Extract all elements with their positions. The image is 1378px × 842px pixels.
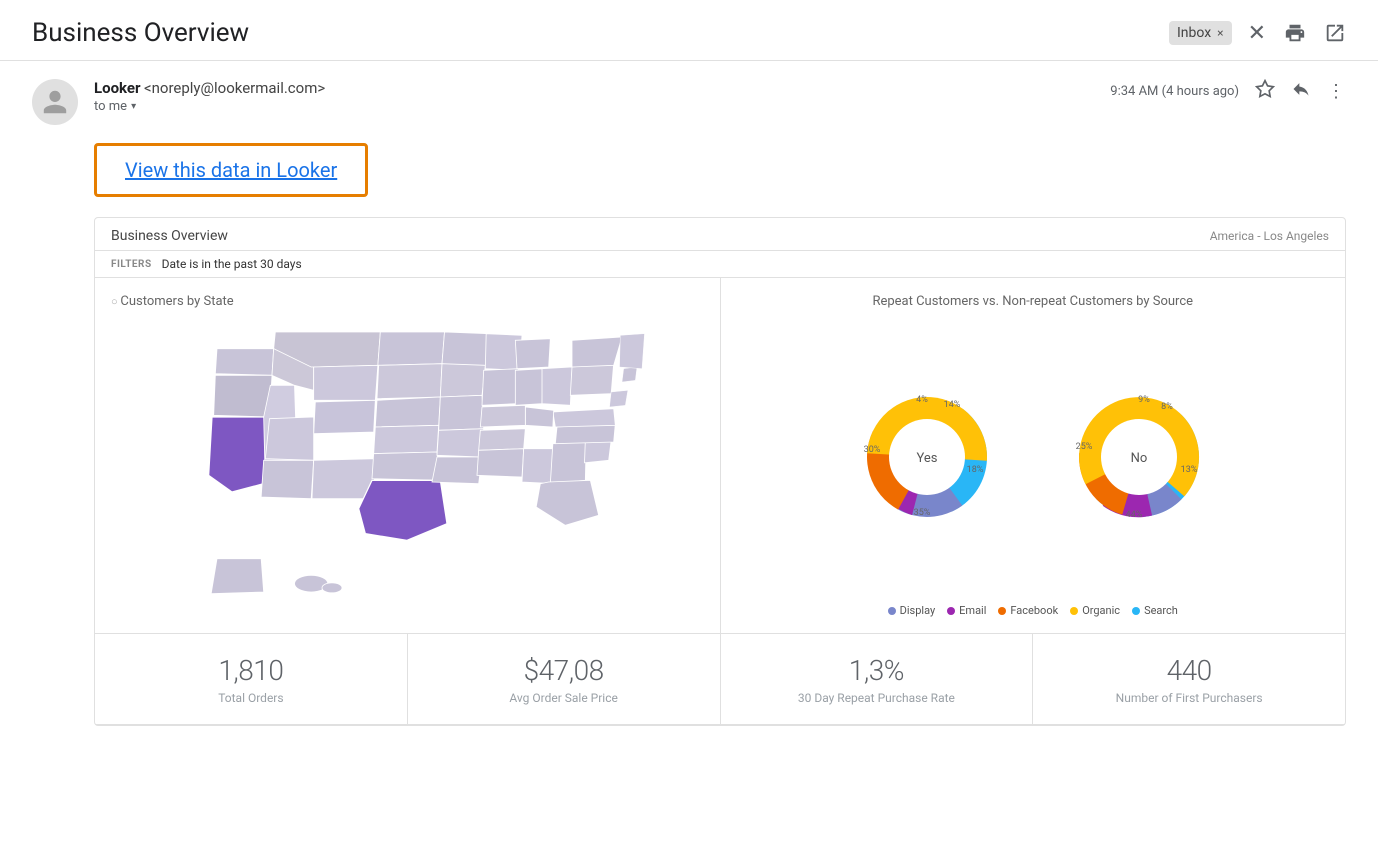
print-icon[interactable] (1284, 22, 1306, 44)
svg-text:35%: 35% (913, 508, 930, 518)
stat-total-orders: 1,810 Total Orders (95, 634, 408, 724)
svg-text:14%: 14% (943, 400, 960, 410)
email-body: View this data in Looker Business Overvi… (0, 143, 1378, 726)
sender-name: Looker (94, 79, 141, 97)
svg-text:9%: 9% (1138, 395, 1150, 405)
sender-info: Looker <noreply@lookermail.com> to me ▾ (94, 79, 1094, 114)
stat-repeat-purchase-value: 1,3% (849, 654, 904, 687)
more-options-icon[interactable]: ⋮ (1327, 81, 1346, 102)
inbox-badge[interactable]: Inbox × (1169, 21, 1232, 45)
view-in-looker-link[interactable]: View this data in Looker (94, 143, 368, 197)
stat-first-purchasers-value: 440 (1167, 654, 1212, 687)
dashboard-embed: Business Overview America - Los Angeles … (94, 217, 1346, 726)
email-header: Business Overview Inbox × ✕ (0, 0, 1378, 48)
stat-avg-order: $47,08 Avg Order Sale Price (408, 634, 721, 724)
yes-donut: Yes 14% 4% 18% 35% 30% (837, 367, 1017, 547)
sender-row: Looker <noreply@lookermail.com> to me ▾ … (0, 61, 1378, 143)
map-panel: ○ Customers by State (95, 278, 721, 633)
charts-row: ○ Customers by State (95, 278, 1345, 634)
legend-display: Display (888, 604, 936, 617)
dash-title: Business Overview (111, 228, 228, 244)
sender-meta: 9:34 AM (4 hours ago) ⋮ (1110, 79, 1346, 104)
search-dot (1132, 607, 1140, 615)
stat-first-purchasers: 440 Number of First Purchasers (1033, 634, 1345, 724)
dash-filters: FILTERS Date is in the past 30 days (95, 251, 1345, 278)
svg-text:13%: 13% (1180, 465, 1197, 475)
legend-search: Search (1132, 604, 1178, 617)
dash-header: Business Overview America - Los Angeles (95, 218, 1345, 251)
sender-email: <noreply@lookermail.com> (144, 79, 325, 97)
sender-avatar (32, 79, 78, 125)
stat-first-purchasers-label: Number of First Purchasers (1116, 691, 1263, 705)
svg-text:30%: 30% (863, 445, 880, 455)
map-chart-title: ○ Customers by State (111, 294, 234, 309)
dash-location: America - Los Angeles (1210, 229, 1329, 243)
star-icon[interactable] (1255, 79, 1275, 104)
us-map-svg (137, 317, 677, 617)
legend-email: Email (947, 604, 986, 617)
svg-text:4%: 4% (916, 395, 928, 405)
legend-organic: Organic (1070, 604, 1120, 617)
inbox-label: Inbox (1177, 25, 1211, 41)
us-map (111, 317, 704, 617)
svg-text:8%: 8% (1161, 402, 1173, 412)
filters-label: FILTERS (111, 259, 152, 270)
header-actions: ✕ (1248, 21, 1346, 46)
donuts-container: Yes 14% 4% 18% 35% 30% (837, 317, 1229, 596)
stats-row: 1,810 Total Orders $47,08 Avg Order Sale… (95, 634, 1345, 725)
svg-text:Yes: Yes (916, 451, 937, 466)
donut-panel: Repeat Customers vs. Non-repeat Customer… (721, 278, 1346, 633)
svg-text:25%: 25% (1075, 442, 1092, 452)
stat-avg-order-value: $47,08 (524, 654, 604, 687)
stat-total-orders-label: Total Orders (218, 691, 283, 705)
stat-avg-order-label: Avg Order Sale Price (509, 691, 617, 705)
collapse-icon[interactable]: ✕ (1248, 21, 1266, 46)
display-dot (888, 607, 896, 615)
stat-repeat-purchase-label: 30 Day Repeat Purchase Rate (798, 691, 955, 705)
inbox-close-button[interactable]: × (1217, 26, 1223, 40)
reply-icon[interactable] (1291, 79, 1311, 104)
svg-text:44%: 44% (1125, 510, 1142, 520)
svg-text:18%: 18% (966, 465, 983, 475)
view-link-container: View this data in Looker (94, 143, 1346, 197)
email-dot (947, 607, 955, 615)
chevron-down-icon: ▾ (131, 101, 136, 112)
donut-legend: Display Email Facebook Organic (888, 604, 1178, 617)
no-donut: No 8% 9% 13% 44% 25% (1049, 367, 1229, 547)
stat-total-orders-value: 1,810 (218, 654, 283, 687)
svg-text:No: No (1130, 451, 1147, 466)
donut-chart-title: Repeat Customers vs. Non-repeat Customer… (737, 294, 1330, 309)
organic-dot (1070, 607, 1078, 615)
stat-repeat-purchase: 1,3% 30 Day Repeat Purchase Rate (721, 634, 1034, 724)
filter-value: Date is in the past 30 days (162, 257, 302, 271)
facebook-dot (998, 607, 1006, 615)
email-time: 9:34 AM (4 hours ago) (1110, 84, 1239, 99)
to-me-button[interactable]: to me ▾ (94, 99, 1094, 114)
email-subject: Business Overview (32, 18, 1141, 48)
popout-icon[interactable] (1324, 22, 1346, 44)
legend-facebook: Facebook (998, 604, 1058, 617)
